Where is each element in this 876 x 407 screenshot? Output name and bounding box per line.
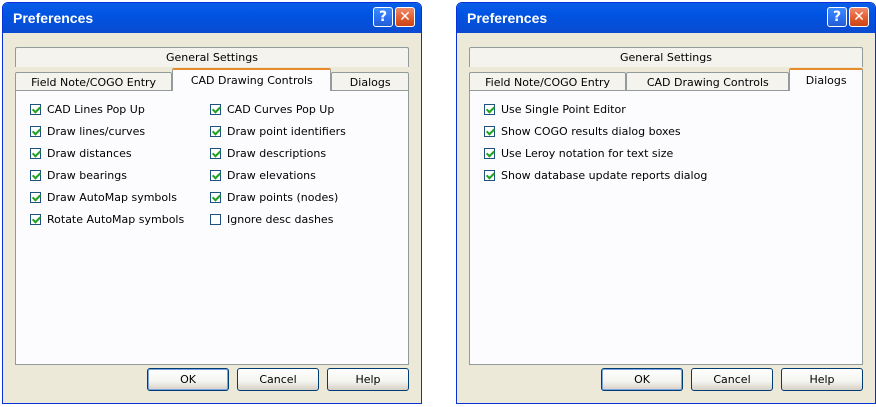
checkbox-box[interactable]: [30, 104, 41, 115]
tab-row-front: Field Note/COGO Entry CAD Drawing Contro…: [469, 68, 863, 91]
checkbox-box[interactable]: [30, 170, 41, 181]
question-mark-icon[interactable]: ?: [827, 7, 847, 27]
checkbox-box[interactable]: [30, 192, 41, 203]
checkbox-draw-points-nodes[interactable]: Draw points (nodes): [210, 191, 338, 204]
cancel-button[interactable]: Cancel: [691, 368, 773, 391]
checkbox-label: CAD Curves Pop Up: [227, 103, 335, 116]
checkbox-show-database-update-reports-dialog[interactable]: Show database update reports dialog: [484, 169, 707, 182]
checkbox-draw-descriptions[interactable]: Draw descriptions: [210, 147, 326, 160]
checkbox-box[interactable]: [210, 148, 221, 159]
checkbox-box[interactable]: [210, 126, 221, 137]
checkbox-draw-point-identifiers[interactable]: Draw point identifiers: [210, 125, 346, 138]
tab-control: General Settings Field Note/COGO Entry C…: [469, 45, 863, 365]
tab-panel-cad-drawing-controls: CAD Lines Pop Up Draw lines/curves Draw …: [15, 90, 409, 365]
checkbox-use-leroy-notation[interactable]: Use Leroy notation for text size: [484, 147, 673, 160]
title-bar-controls: ? ✕: [373, 7, 415, 27]
checkbox-label: Show database update reports dialog: [501, 169, 708, 182]
title-bar-controls: ? ✕: [827, 7, 869, 27]
checkbox-label: Use Leroy notation for text size: [501, 147, 674, 160]
checkbox-box[interactable]: [210, 170, 221, 181]
tab-cad-drawing-controls[interactable]: CAD Drawing Controls: [172, 68, 332, 91]
checkbox-box[interactable]: [30, 126, 41, 137]
checkbox-draw-automap-symbols[interactable]: Draw AutoMap symbols: [30, 191, 177, 204]
checkbox-draw-elevations[interactable]: Draw elevations: [210, 169, 316, 182]
tab-dialogs[interactable]: Dialogs: [331, 72, 409, 91]
checkbox-box[interactable]: [484, 170, 495, 181]
tab-row-back: General Settings: [469, 45, 863, 67]
tab-field-note-cogo-entry[interactable]: Field Note/COGO Entry: [15, 72, 173, 91]
checkbox-draw-bearings[interactable]: Draw bearings: [30, 169, 127, 182]
checkbox-label: Use Single Point Editor: [501, 103, 626, 116]
preferences-dialog-dialogs: Preferences ? ✕ General Settings Field N…: [456, 2, 876, 404]
cancel-button[interactable]: Cancel: [237, 368, 319, 391]
checkbox-box[interactable]: [30, 148, 41, 159]
window-title: Preferences: [467, 10, 548, 26]
checkbox-label: Draw lines/curves: [47, 125, 146, 138]
checkbox-label: Ignore desc dashes: [227, 213, 334, 226]
tab-general-settings[interactable]: General Settings: [15, 47, 409, 67]
checkbox-draw-distances[interactable]: Draw distances: [30, 147, 132, 160]
title-bar[interactable]: Preferences ? ✕: [457, 3, 875, 33]
checkbox-box[interactable]: [210, 104, 221, 115]
checkbox-box[interactable]: [210, 214, 221, 225]
checkbox-draw-lines-curves[interactable]: Draw lines/curves: [30, 125, 145, 138]
tab-row-front: Field Note/COGO Entry CAD Drawing Contro…: [15, 68, 409, 91]
tab-field-note-cogo-entry[interactable]: Field Note/COGO Entry: [469, 72, 627, 91]
checkbox-label: Draw points (nodes): [227, 191, 339, 204]
checkbox-cad-lines-pop-up[interactable]: CAD Lines Pop Up: [30, 103, 145, 116]
tab-general-settings[interactable]: General Settings: [469, 47, 863, 67]
dialog-buttons: OK Cancel Help: [601, 368, 863, 391]
checkbox-box[interactable]: [484, 126, 495, 137]
preferences-dialog-cad-drawing: Preferences ? ✕ General Settings Field N…: [2, 2, 422, 404]
tab-control: General Settings Field Note/COGO Entry C…: [15, 45, 409, 365]
question-mark-icon[interactable]: ?: [373, 7, 393, 27]
close-x-icon[interactable]: ✕: [849, 7, 869, 27]
checkbox-label: Rotate AutoMap symbols: [47, 213, 185, 226]
help-button[interactable]: Help: [781, 368, 863, 391]
window-title: Preferences: [13, 10, 94, 26]
tab-cad-drawing-controls[interactable]: CAD Drawing Controls: [626, 72, 790, 91]
help-button[interactable]: Help: [327, 368, 409, 391]
checkbox-label: Draw distances: [47, 147, 132, 160]
ok-button[interactable]: OK: [601, 368, 683, 391]
checkbox-rotate-automap-symbols[interactable]: Rotate AutoMap symbols: [30, 213, 184, 226]
title-bar[interactable]: Preferences ? ✕: [3, 3, 421, 33]
checkbox-show-cogo-results-dialog-boxes[interactable]: Show COGO results dialog boxes: [484, 125, 681, 138]
tab-dialogs[interactable]: Dialogs: [789, 68, 863, 91]
close-x-icon[interactable]: ✕: [395, 7, 415, 27]
tab-row-back: General Settings: [15, 45, 409, 67]
checkbox-label: CAD Lines Pop Up: [47, 103, 145, 116]
ok-button[interactable]: OK: [147, 368, 229, 391]
tab-panel-dialogs: Use Single Point Editor Show COGO result…: [469, 90, 863, 365]
checkbox-label: Draw elevations: [227, 169, 316, 182]
checkbox-label: Draw descriptions: [227, 147, 327, 160]
checkbox-box[interactable]: [210, 192, 221, 203]
checkbox-box[interactable]: [484, 104, 495, 115]
checkbox-label: Draw bearings: [47, 169, 127, 182]
checkbox-label: Draw AutoMap symbols: [47, 191, 177, 204]
checkbox-ignore-desc-dashes[interactable]: Ignore desc dashes: [210, 213, 333, 226]
checkbox-use-single-point-editor[interactable]: Use Single Point Editor: [484, 103, 626, 116]
checkbox-box[interactable]: [484, 148, 495, 159]
checkbox-box[interactable]: [30, 214, 41, 225]
dialog-buttons: OK Cancel Help: [147, 368, 409, 391]
checkbox-label: Draw point identifiers: [227, 125, 346, 138]
checkbox-cad-curves-pop-up[interactable]: CAD Curves Pop Up: [210, 103, 334, 116]
checkbox-label: Show COGO results dialog boxes: [501, 125, 681, 138]
